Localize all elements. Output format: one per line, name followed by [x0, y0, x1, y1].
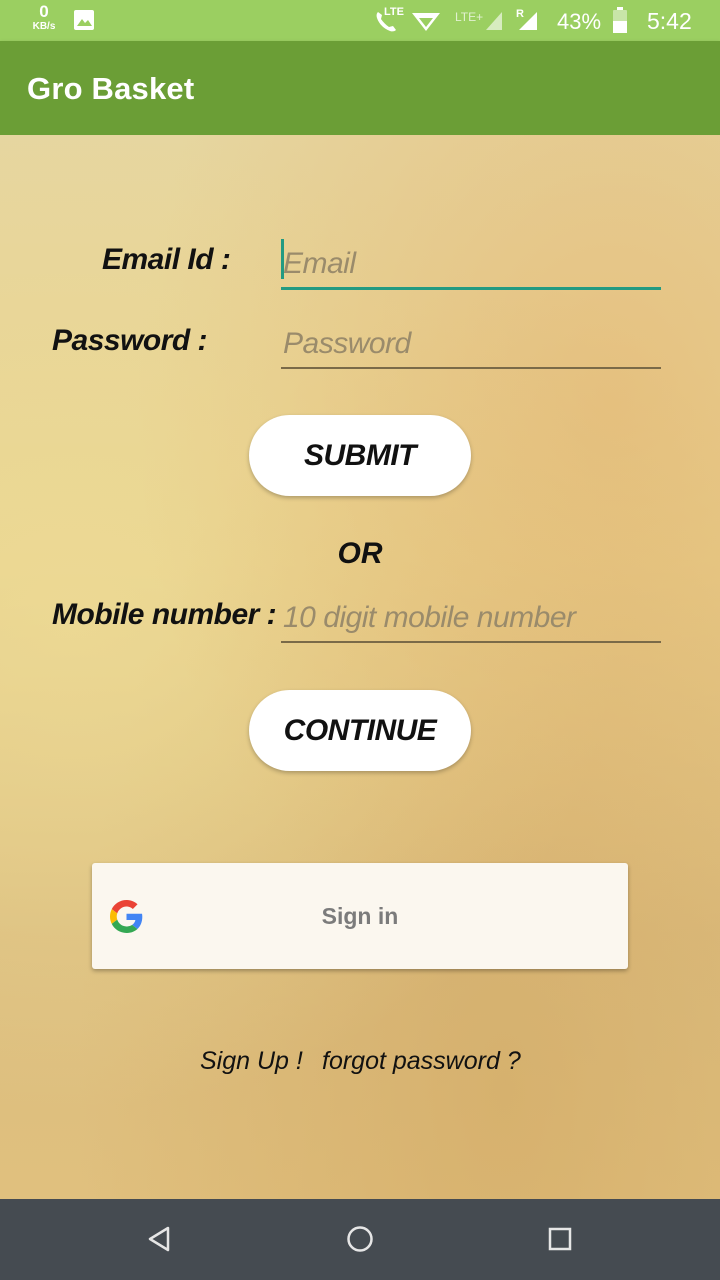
navigation-bar	[0, 1199, 720, 1280]
network-speed-value: 0	[39, 2, 49, 21]
password-field[interactable]: Password	[281, 317, 661, 369]
submit-button[interactable]: SUBMIT	[249, 415, 471, 496]
login-screen: Email Id : Email Password : Password SUB…	[0, 135, 720, 1199]
clock: 5:42	[647, 8, 692, 34]
mobile-label: Mobile number :	[52, 598, 277, 631]
status-bar: 0 KB/s LTE LTE+ R 43% 5:42	[0, 0, 720, 41]
signal-icon	[519, 12, 537, 30]
continue-button[interactable]: CONTINUE	[249, 690, 471, 771]
signal-icon	[486, 12, 502, 30]
password-label: Password :	[52, 324, 208, 357]
sign-up-link[interactable]: Sign Up !	[200, 1047, 303, 1076]
email-field[interactable]: Email	[281, 237, 661, 290]
network-speed-unit: KB/s	[32, 21, 56, 32]
google-sign-in-label: Sign in	[321, 903, 399, 929]
password-placeholder: Password	[283, 327, 411, 360]
back-icon[interactable]	[146, 1225, 174, 1253]
lte-label: LTE	[384, 6, 404, 18]
forgot-password-link[interactable]: forgot password ?	[322, 1047, 521, 1076]
mobile-number-field[interactable]: 10 digit mobile number	[281, 591, 661, 643]
recents-icon[interactable]	[548, 1227, 572, 1251]
network-speed: 0 KB/s	[30, 3, 58, 33]
battery-percent: 43%	[557, 9, 602, 34]
email-placeholder: Email	[283, 247, 356, 280]
email-label: Email Id :	[102, 243, 231, 276]
battery-icon	[613, 7, 627, 33]
app-bar: Gro Basket	[0, 41, 720, 135]
image-icon	[74, 10, 94, 30]
lte2-label: LTE+	[455, 10, 484, 24]
or-divider: OR	[337, 537, 383, 570]
wifi-icon	[412, 13, 440, 31]
app-title: Gro Basket	[27, 71, 195, 106]
google-sign-in-button[interactable]: Sign in	[92, 863, 628, 969]
home-icon[interactable]	[346, 1225, 374, 1253]
mobile-placeholder: 10 digit mobile number	[283, 601, 576, 634]
